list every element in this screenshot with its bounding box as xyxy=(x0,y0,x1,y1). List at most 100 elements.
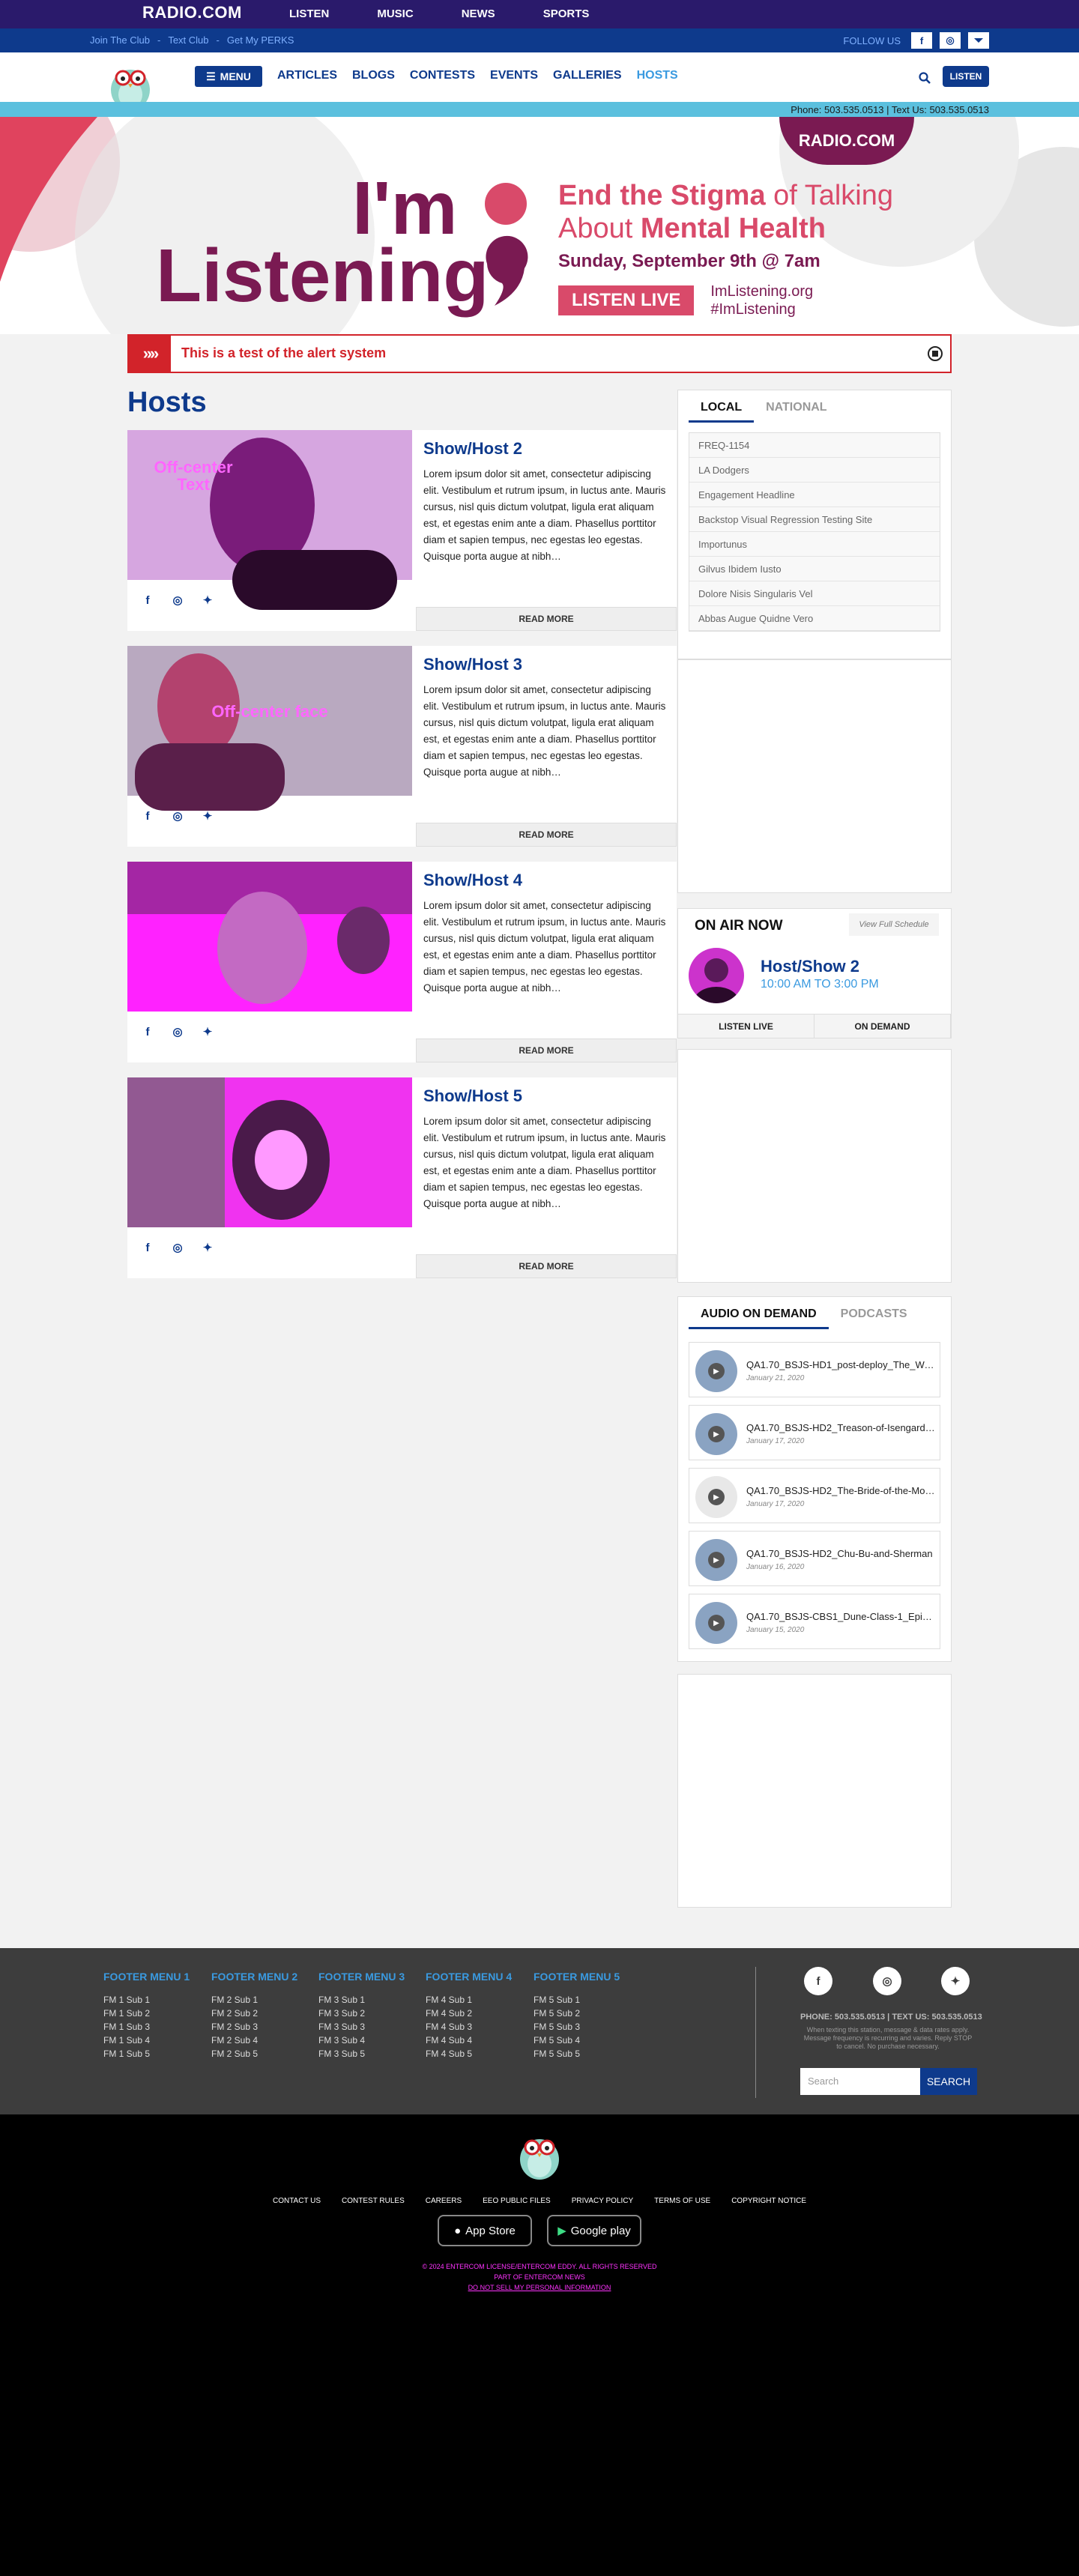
footer-link[interactable]: FM 4 Sub 5 xyxy=(426,2047,512,2061)
footer-link[interactable]: FM 1 Sub 1 xyxy=(103,1993,190,2007)
footer-link[interactable]: FM 4 Sub 1 xyxy=(426,1993,512,2007)
bottom-link[interactable]: CONTACT US xyxy=(273,2197,321,2205)
footer-link[interactable]: FM 5 Sub 5 xyxy=(534,2047,620,2061)
host-photo[interactable]: Off-center Text xyxy=(127,430,412,610)
topnav-listen[interactable]: LISTEN xyxy=(289,7,329,20)
play-icon[interactable]: ▶ xyxy=(695,1539,737,1581)
owl-mascot-logo[interactable] xyxy=(517,2128,562,2180)
host-photo[interactable]: Off-center face xyxy=(127,646,412,811)
instagram-icon[interactable]: ◎ xyxy=(171,809,184,823)
hero-listen-live-button[interactable]: LISTEN LIVE xyxy=(558,285,695,316)
footer-link[interactable]: FM 4 Sub 4 xyxy=(426,2034,512,2047)
play-icon[interactable]: ▶ xyxy=(695,1413,737,1455)
hero-link-site[interactable]: ImListening.org xyxy=(710,282,813,300)
tab-podcasts[interactable]: PODCASTS xyxy=(829,1301,919,1329)
footer-search-input[interactable]: Search xyxy=(800,2068,920,2095)
twitter-icon[interactable]: ✦ xyxy=(201,593,214,607)
twitter-icon[interactable] xyxy=(968,32,989,49)
audio-item[interactable]: ▶ QA1.70_BSJS-HD2_Treason-of-Isengard_Br… xyxy=(689,1405,940,1460)
footer-menu-title[interactable]: FOOTER MENU 2 xyxy=(211,1971,297,1983)
footer-link[interactable]: FM 1 Sub 2 xyxy=(103,2007,190,2020)
footer-link[interactable]: FM 5 Sub 1 xyxy=(534,1993,620,2007)
twitter-icon[interactable]: ✦ xyxy=(201,809,214,823)
footer-link[interactable]: FM 3 Sub 1 xyxy=(318,1993,405,2007)
play-icon[interactable]: ▶ xyxy=(695,1350,737,1392)
footer-menu-title[interactable]: FOOTER MENU 4 xyxy=(426,1971,512,1983)
host-name[interactable]: Show/Host 4 xyxy=(423,871,522,890)
footer-link[interactable]: FM 3 Sub 5 xyxy=(318,2047,405,2061)
footer-link[interactable]: FM 2 Sub 2 xyxy=(211,2007,297,2020)
do-not-sell-link[interactable]: DO NOT SELL MY PERSONAL INFORMATION xyxy=(0,2282,1079,2293)
link-perks[interactable]: Get My PERKS xyxy=(227,34,294,46)
bottom-link[interactable]: PRIVACY POLICY xyxy=(572,2197,633,2205)
audio-item[interactable]: ▶ QA1.70_BSJS-HD1_post-deploy_The_Wrong_… xyxy=(689,1342,940,1397)
bottom-link[interactable]: COPYRIGHT NOTICE xyxy=(731,2197,806,2205)
footer-search-button[interactable]: SEARCH xyxy=(920,2068,977,2095)
footer-link[interactable]: FM 1 Sub 4 xyxy=(103,2034,190,2047)
instagram-icon[interactable]: ◎ xyxy=(171,1025,184,1038)
menu-button[interactable]: ☰ MENU xyxy=(195,66,262,87)
audio-item[interactable]: ▶ QA1.70_BSJS-HD2_The-Bride-of-the-Monst… xyxy=(689,1468,940,1523)
instagram-icon[interactable]: ◎ xyxy=(940,32,961,49)
facebook-icon[interactable]: f xyxy=(141,1025,154,1038)
list-item[interactable]: Importunus xyxy=(689,532,940,557)
read-more-button[interactable]: READ MORE xyxy=(416,1038,677,1062)
radio-logo[interactable]: RADIO.COM xyxy=(142,3,242,22)
hero-link-hashtag[interactable]: #ImListening xyxy=(710,300,813,318)
audio-item[interactable]: ▶ QA1.70_BSJS-HD2_Chu-Bu-and-Sherman Jan… xyxy=(689,1531,940,1586)
topnav-music[interactable]: MUSIC xyxy=(377,7,413,20)
host-name[interactable]: Show/Host 3 xyxy=(423,655,522,674)
search-icon[interactable] xyxy=(919,72,931,84)
footer-link[interactable]: FM 3 Sub 2 xyxy=(318,2007,405,2020)
twitter-icon[interactable]: ✦ xyxy=(201,1025,214,1038)
listen-live-button[interactable]: LISTEN LIVE xyxy=(678,1014,814,1038)
instagram-icon[interactable]: ◎ xyxy=(171,1241,184,1254)
nav-articles[interactable]: ARTICLES xyxy=(277,69,337,82)
footer-link[interactable]: FM 5 Sub 3 xyxy=(534,2020,620,2034)
list-item[interactable]: Gilvus Ibidem Iusto xyxy=(689,557,940,581)
host-avatar[interactable] xyxy=(689,948,744,1003)
nav-blogs[interactable]: BLOGS xyxy=(352,69,395,82)
topnav-sports[interactable]: SPORTS xyxy=(543,7,590,20)
play-icon[interactable]: ▶ xyxy=(695,1476,737,1518)
facebook-icon[interactable]: f xyxy=(911,32,932,49)
footer-menu-title[interactable]: FOOTER MENU 1 xyxy=(103,1971,190,1983)
footer-link[interactable]: FM 5 Sub 2 xyxy=(534,2007,620,2020)
app-store-badge[interactable]: ● App Store xyxy=(438,2215,532,2246)
list-item[interactable]: Backstop Visual Regression Testing Site xyxy=(689,507,940,532)
footer-link[interactable]: FM 1 Sub 5 xyxy=(103,2047,190,2061)
google-play-badge[interactable]: ▶ Google play xyxy=(547,2215,641,2246)
host-name[interactable]: Show/Host 5 xyxy=(423,1086,522,1106)
link-text-club[interactable]: Text Club xyxy=(168,34,208,46)
view-schedule-link[interactable]: View Full Schedule xyxy=(849,913,939,936)
instagram-icon[interactable]: ◎ xyxy=(171,593,184,607)
bottom-link[interactable]: TERMS OF USE xyxy=(654,2197,710,2205)
nav-contests[interactable]: CONTESTS xyxy=(410,69,475,82)
bottom-link[interactable]: CONTEST RULES xyxy=(342,2197,405,2205)
close-icon[interactable] xyxy=(928,346,943,361)
footer-link[interactable]: FM 2 Sub 3 xyxy=(211,2020,297,2034)
topnav-news[interactable]: NEWS xyxy=(462,7,495,20)
footer-link[interactable]: FM 2 Sub 5 xyxy=(211,2047,297,2061)
twitter-icon[interactable]: ✦ xyxy=(201,1241,214,1254)
facebook-icon[interactable]: f xyxy=(141,1241,154,1254)
link-join-club[interactable]: Join The Club xyxy=(90,34,150,46)
tab-national[interactable]: NATIONAL xyxy=(754,395,838,423)
footer-link[interactable]: FM 1 Sub 3 xyxy=(103,2020,190,2034)
read-more-button[interactable]: READ MORE xyxy=(416,823,677,847)
host-name[interactable]: Show/Host 2 xyxy=(423,439,522,459)
on-air-host-name[interactable]: Host/Show 2 xyxy=(761,957,859,976)
host-photo[interactable] xyxy=(127,862,412,1012)
footer-link[interactable]: FM 2 Sub 1 xyxy=(211,1993,297,2007)
footer-link[interactable]: FM 3 Sub 4 xyxy=(318,2034,405,2047)
nav-galleries[interactable]: GALLERIES xyxy=(553,69,622,82)
list-item[interactable]: FREQ-1154 xyxy=(689,433,940,458)
nav-hosts[interactable]: HOSTS xyxy=(637,69,678,82)
list-item[interactable]: Dolore Nisis Singularis Vel xyxy=(689,581,940,606)
footer-link[interactable]: FM 2 Sub 4 xyxy=(211,2034,297,2047)
read-more-button[interactable]: READ MORE xyxy=(416,607,677,631)
on-demand-button[interactable]: ON DEMAND xyxy=(814,1014,951,1038)
footer-link[interactable]: FM 4 Sub 2 xyxy=(426,2007,512,2020)
tab-local[interactable]: LOCAL xyxy=(689,395,755,423)
header-listen-button[interactable]: LISTEN xyxy=(943,66,989,87)
